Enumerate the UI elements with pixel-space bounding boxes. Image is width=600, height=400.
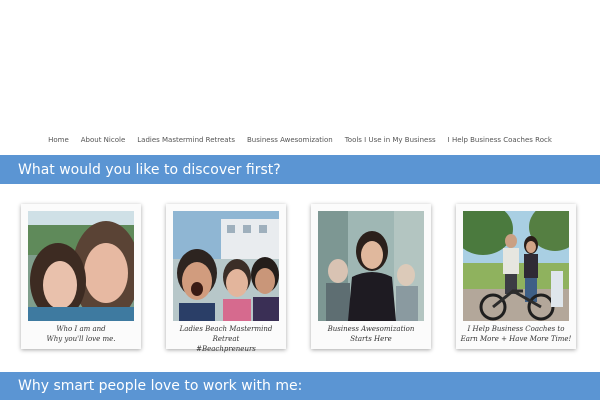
nav-item-tools[interactable]: Tools I Use in My Business: [339, 136, 442, 144]
photo-woman-smiling: [318, 211, 424, 321]
nav-item-coaches[interactable]: I Help Business Coaches Rock: [442, 136, 558, 144]
main-nav: Home About Nicole Ladies Mastermind Retr…: [0, 131, 600, 149]
card-caption: Business Awesomization Starts Here: [327, 325, 415, 343]
card-coaches[interactable]: I Help Business Coaches to Earn More + H…: [456, 204, 576, 349]
card-retreat[interactable]: Ladies Beach Mastermind Retreat #Beachpr…: [166, 204, 286, 353]
nav-item-home[interactable]: Home: [42, 136, 75, 144]
discover-heading-band: What would you like to discover first?: [0, 155, 600, 184]
photo-couple-bike: [463, 211, 569, 321]
card-awesomization[interactable]: Business Awesomization Starts Here: [311, 204, 431, 349]
card-caption: Ladies Beach Mastermind Retreat #Beachpr…: [179, 325, 273, 353]
photo-beach-group: [173, 211, 279, 321]
nav-item-retreats[interactable]: Ladies Mastermind Retreats: [131, 136, 241, 144]
nav-item-about[interactable]: About Nicole: [75, 136, 132, 144]
card-caption: Who I am and Why you'll love me.: [46, 325, 116, 343]
card-about[interactable]: Who I am and Why you'll love me.: [21, 204, 141, 349]
why-heading: Why smart people love to work with me:: [18, 378, 303, 394]
photo-selfie: [28, 211, 134, 321]
why-heading-band: Why smart people love to work with me:: [0, 372, 600, 400]
card-caption: I Help Business Coaches to Earn More + H…: [460, 325, 572, 343]
discover-heading: What would you like to discover first?: [18, 161, 281, 178]
nav-item-awesomization[interactable]: Business Awesomization: [241, 136, 339, 144]
